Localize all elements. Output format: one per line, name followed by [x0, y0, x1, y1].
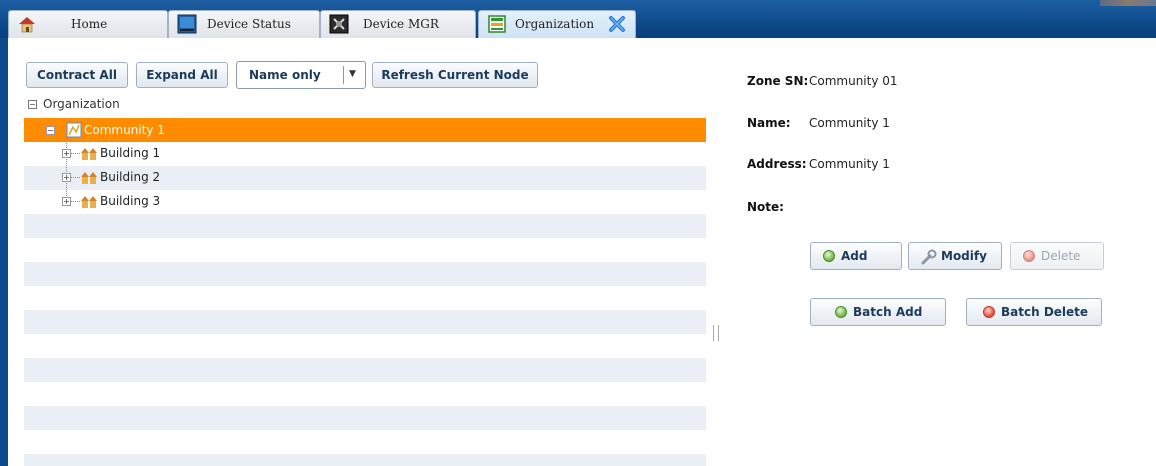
- tab-organization[interactable]: Organization: [478, 10, 636, 38]
- tab-device-status-label: Device Status: [207, 17, 291, 31]
- splitter-handle[interactable]: [713, 325, 719, 341]
- tree-row: [24, 382, 706, 406]
- tabbar-decoration: [1100, 0, 1156, 6]
- building-icon: [81, 148, 97, 160]
- add-icon: [835, 306, 847, 318]
- expand-all-button[interactable]: Expand All: [136, 62, 228, 88]
- view-mode-select[interactable]: Name only ▼: [236, 61, 366, 89]
- tree-row: [24, 430, 706, 454]
- expand-icon[interactable]: +: [62, 197, 71, 206]
- contract-all-button[interactable]: Contract All: [26, 62, 128, 88]
- home-icon: [19, 17, 35, 33]
- add-button[interactable]: Add: [810, 242, 902, 270]
- add-button-label: Add: [841, 249, 868, 263]
- refresh-current-node-button[interactable]: Refresh Current Node: [372, 62, 538, 88]
- chevron-down-icon[interactable]: ▼: [349, 69, 356, 79]
- building-icon: [81, 196, 97, 208]
- tree-node-label: Community 1: [84, 123, 165, 137]
- tree-row: [24, 310, 706, 334]
- address-value: Community 1: [809, 157, 890, 171]
- tab-home-label: Home: [71, 17, 108, 31]
- tree-row: [24, 454, 706, 466]
- tab-home[interactable]: Home: [8, 10, 168, 38]
- expand-icon[interactable]: +: [62, 149, 71, 158]
- delete-icon: [1023, 250, 1035, 262]
- tree-root-label: Organization: [43, 97, 120, 111]
- tab-organization-label: Organization: [515, 17, 595, 31]
- address-label: Address:: [747, 157, 807, 171]
- building-icon: [81, 172, 97, 184]
- modify-button[interactable]: Modify: [908, 242, 1002, 270]
- tree-node-building[interactable]: + Building 2: [60, 167, 260, 187]
- batch-delete-button-label: Batch Delete: [1001, 305, 1089, 319]
- batch-add-button-label: Batch Add: [853, 305, 923, 319]
- tree-node-community[interactable]: − Community 1: [42, 120, 242, 140]
- tree-row: [24, 286, 706, 310]
- zone-sn-value: Community 01: [809, 74, 898, 88]
- collapse-icon[interactable]: −: [46, 126, 55, 135]
- delete-icon: [983, 306, 995, 318]
- tree-node-label: Building 3: [100, 194, 161, 208]
- tab-device-status[interactable]: Device Status: [168, 10, 320, 38]
- device-manager-icon: [329, 14, 349, 34]
- delete-button-label: Delete: [1041, 249, 1081, 263]
- expand-icon[interactable]: +: [62, 173, 71, 182]
- select-separator: [343, 66, 344, 84]
- left-frame-border: [0, 38, 8, 466]
- modify-button-label: Modify: [941, 249, 987, 263]
- batch-add-button[interactable]: Batch Add: [810, 298, 946, 326]
- name-label: Name:: [747, 116, 791, 130]
- tree-row: [24, 214, 706, 238]
- tab-device-mgr[interactable]: Device MGR: [320, 10, 476, 38]
- tree-row: [24, 262, 706, 286]
- tree-node-building[interactable]: + Building 1: [60, 143, 260, 163]
- tree-row: [24, 406, 706, 430]
- view-mode-value: Name only: [249, 68, 321, 82]
- tree-row: [24, 334, 706, 358]
- monitor-icon: [177, 14, 197, 34]
- batch-delete-button[interactable]: Batch Delete: [966, 298, 1102, 326]
- tree-row: [24, 358, 706, 382]
- organization-icon: [488, 15, 506, 33]
- note-label: Note:: [747, 200, 784, 214]
- name-value: Community 1: [809, 116, 890, 130]
- collapse-icon[interactable]: −: [28, 100, 37, 109]
- close-icon[interactable]: [607, 14, 627, 34]
- tree-root[interactable]: − Organization: [28, 97, 120, 111]
- wrench-icon: [921, 249, 937, 265]
- tree-row: [24, 238, 706, 262]
- zone-sn-label: Zone SN:: [747, 74, 809, 88]
- add-icon: [823, 250, 835, 262]
- tab-device-mgr-label: Device MGR: [363, 17, 439, 31]
- delete-button[interactable]: Delete: [1010, 242, 1104, 270]
- tree-node-building[interactable]: + Building 3: [60, 191, 260, 211]
- tree-node-label: Building 1: [100, 146, 161, 160]
- community-icon: [66, 122, 82, 138]
- tab-bar: Home Device Status Device MGR Organizati…: [0, 0, 1156, 38]
- tree-node-label: Building 2: [100, 170, 161, 184]
